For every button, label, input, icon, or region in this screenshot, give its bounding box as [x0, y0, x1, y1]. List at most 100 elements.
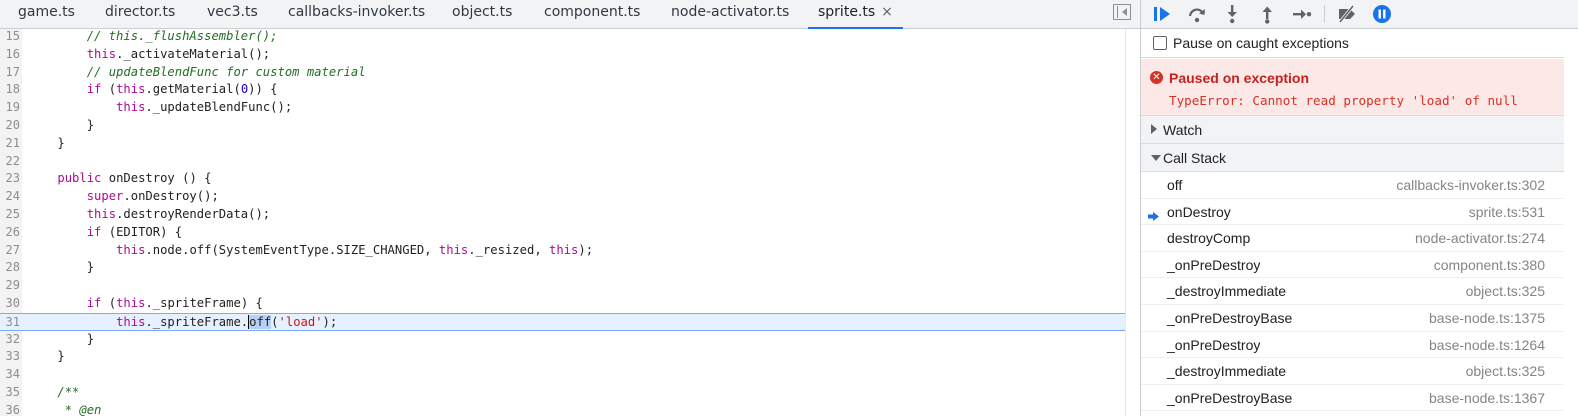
code-line[interactable]: 16 this._activateMaterial();	[0, 45, 1125, 64]
code-line[interactable]: 33 }	[0, 348, 1125, 367]
frame-location[interactable]: callbacks-invoker.ts:302	[1396, 177, 1545, 193]
pause-on-caught-exceptions-row[interactable]: Pause on caught exceptions	[1141, 29, 1578, 58]
code-text: }	[28, 135, 65, 150]
tab-game[interactable]: game.ts	[18, 0, 75, 29]
code-line[interactable]: 36 * @en	[0, 401, 1125, 416]
code-text: /**	[57, 385, 80, 399]
line-number[interactable]: 30	[0, 295, 22, 313]
callstack-frame[interactable]: _onPreDestroy base-node.ts:1264	[1141, 332, 1578, 359]
line-number[interactable]: 35	[0, 384, 22, 402]
tab-object[interactable]: object.ts	[452, 0, 512, 29]
line-number[interactable]: 15	[0, 29, 22, 46]
code-line[interactable]: 27 this.node.off(SystemEventType.SIZE_CH…	[0, 241, 1125, 260]
line-number[interactable]: 19	[0, 99, 22, 117]
step-out-icon[interactable]	[1256, 3, 1278, 25]
line-number[interactable]: 27	[0, 241, 22, 260]
tab-callbacks-invoker[interactable]: callbacks-invoker.ts	[288, 0, 425, 29]
frame-location[interactable]: base-node.ts:1264	[1429, 337, 1545, 353]
code-line[interactable]: 35 /**	[0, 384, 1125, 402]
callstack-frame[interactable]: _onPreDestroyBase base-node.ts:1367	[1141, 385, 1578, 412]
code-line-current[interactable]: 31 this._spriteFrame.off('load');	[0, 312, 1125, 331]
tab-label: component.ts	[544, 4, 641, 20]
line-number[interactable]: 20	[0, 117, 22, 135]
code-text: this._spriteFrame.off('load');	[116, 314, 338, 330]
callstack-section-header[interactable]: Call Stack	[1141, 144, 1578, 172]
code-line[interactable]: 20 }	[0, 117, 1125, 135]
line-number[interactable]: 36	[0, 401, 22, 416]
code-text: this._activateMaterial();	[86, 46, 271, 61]
frame-location[interactable]: object.ts:325	[1466, 283, 1545, 299]
code-line[interactable]: 21 }	[0, 134, 1125, 153]
pause-on-caught-checkbox[interactable]	[1153, 36, 1167, 50]
callstack-list: off callbacks-invoker.ts:302 onDestroy spri…	[1141, 172, 1578, 416]
code-line[interactable]: 24 super.onDestroy();	[0, 188, 1125, 206]
sidebar-scrollbar[interactable]	[1564, 29, 1578, 416]
line-number[interactable]: 16	[0, 45, 22, 64]
callstack-frame[interactable]: onDestroy sprite.ts:531	[1141, 199, 1578, 226]
resume-icon[interactable]	[1151, 3, 1173, 25]
editor-scrollbar[interactable]	[1125, 29, 1140, 416]
close-icon[interactable]: ×	[881, 4, 893, 20]
code-line[interactable]: 32 }	[0, 330, 1125, 349]
line-number[interactable]: 29	[0, 277, 22, 295]
code-line[interactable]: 17 // updateBlendFunc for custom materia…	[0, 63, 1125, 82]
code-line[interactable]: 28 }	[0, 259, 1125, 278]
line-number[interactable]: 24	[0, 188, 22, 206]
code-line[interactable]: 22	[0, 152, 1125, 171]
frame-location[interactable]: base-node.ts:1375	[1429, 310, 1545, 326]
step-icon[interactable]	[1291, 3, 1313, 25]
code-line[interactable]: 18 if (this.getMaterial(0)) {	[0, 81, 1125, 100]
tab-component[interactable]: component.ts	[544, 0, 640, 29]
pause-on-caught-label: Pause on caught exceptions	[1173, 35, 1349, 51]
line-number[interactable]: 21	[0, 134, 22, 153]
line-number[interactable]: 26	[0, 223, 22, 242]
tab-node-activator[interactable]: node-activator.ts	[671, 0, 789, 29]
line-number[interactable]: 25	[0, 206, 22, 224]
tab-director[interactable]: director.ts	[105, 0, 175, 29]
tab-label: node-activator.ts	[671, 4, 790, 20]
line-number[interactable]: 31	[0, 313, 22, 330]
callstack-frame[interactable]: _destroyImmediate object.ts:325	[1141, 358, 1578, 385]
deactivate-breakpoints-icon[interactable]	[1336, 3, 1358, 25]
tab-vec3[interactable]: vec3.ts	[207, 0, 258, 29]
line-number[interactable]: 34	[0, 366, 22, 384]
code-text: }	[28, 118, 95, 132]
line-number[interactable]: 28	[0, 259, 22, 278]
step-into-icon[interactable]	[1221, 3, 1243, 25]
callstack-frame[interactable]: _destroyImmediate object.ts:325	[1141, 278, 1578, 305]
code-line[interactable]: 25 this.destroyRenderData();	[0, 206, 1125, 224]
callstack-frame[interactable]: destroyComp node-activator.ts:274	[1141, 225, 1578, 252]
code-view[interactable]: 15 // this._flushAssembler(); 16 this._ac…	[0, 29, 1140, 416]
watch-section-header[interactable]: Watch	[1141, 116, 1578, 144]
code-line[interactable]: 34	[0, 366, 1125, 384]
callstack-frame[interactable]: _onPreDestroy component.ts:380	[1141, 252, 1578, 279]
line-number[interactable]: 18	[0, 81, 22, 100]
line-number[interactable]: 17	[0, 63, 22, 82]
tab-sprite[interactable]: sprite.ts ×	[808, 0, 903, 29]
frame-function-name: _onPreDestroy	[1167, 336, 1261, 353]
callstack-frame[interactable]: off callbacks-invoker.ts:302	[1141, 172, 1578, 199]
frame-function-name: _onPreDestroy	[1167, 256, 1261, 273]
toggle-debugger-sidebar-icon[interactable]	[1113, 4, 1131, 20]
code-line[interactable]: 29	[0, 277, 1125, 295]
frame-location[interactable]: component.ts:380	[1434, 257, 1545, 273]
pause-on-exceptions-icon[interactable]	[1371, 3, 1393, 25]
frame-location[interactable]: node-activator.ts:274	[1415, 230, 1545, 246]
code-line[interactable]: 19 this._updateBlendFunc();	[0, 99, 1125, 117]
line-number[interactable]: 22	[0, 152, 22, 171]
callstack-frame[interactable]: _onPreDestroyBase base-node.ts:1375	[1141, 305, 1578, 332]
frame-location[interactable]: base-node.ts:1367	[1429, 390, 1545, 406]
line-number[interactable]: 23	[0, 170, 22, 189]
code-line[interactable]: 26 if (EDITOR) {	[0, 223, 1125, 242]
line-number[interactable]: 33	[0, 348, 22, 367]
frame-function-name: onDestroy	[1167, 203, 1231, 220]
code-line[interactable]: 23 public onDestroy () {	[0, 170, 1125, 189]
step-over-icon[interactable]	[1186, 3, 1208, 25]
code-line[interactable]: 15 // this._flushAssembler();	[0, 29, 1125, 46]
code-text: this._updateBlendFunc();	[116, 100, 293, 115]
code-text: }	[28, 349, 65, 364]
line-number[interactable]: 32	[0, 330, 22, 349]
code-line[interactable]: 30 if (this._spriteFrame) {	[0, 295, 1125, 313]
frame-location[interactable]: sprite.ts:531	[1469, 204, 1545, 220]
frame-location[interactable]: object.ts:325	[1466, 363, 1545, 379]
